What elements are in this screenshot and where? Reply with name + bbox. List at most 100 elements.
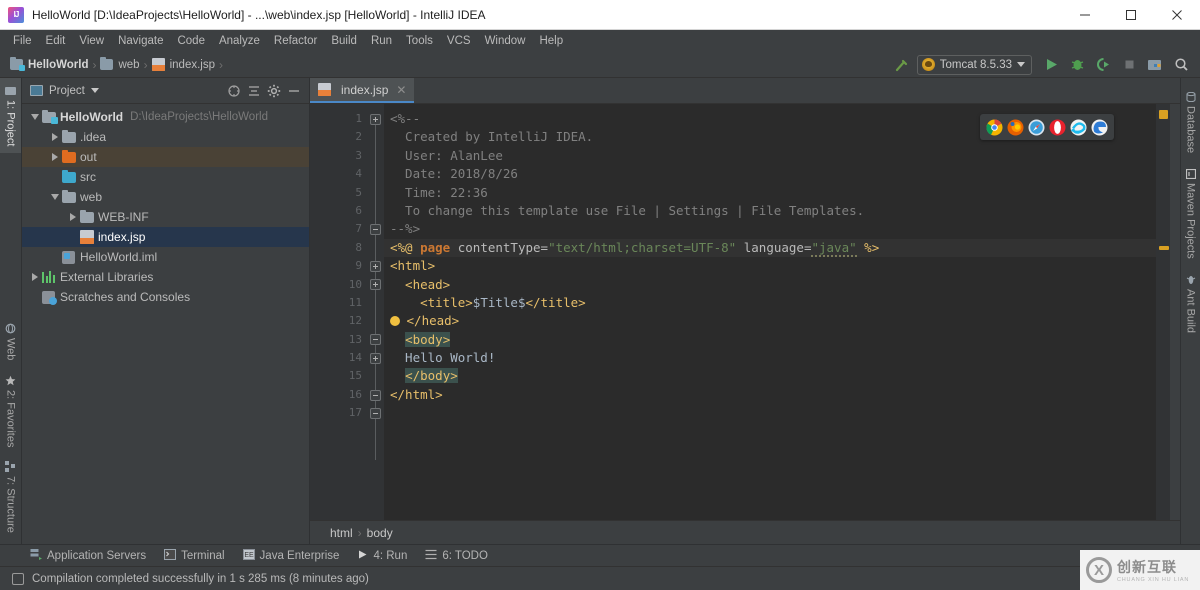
bottom-tab-label: Java Enterprise (259, 549, 340, 562)
editor-scrollbar[interactable] (1170, 104, 1180, 520)
tree-node-web[interactable]: web (22, 187, 309, 207)
run-icon[interactable] (1040, 54, 1062, 76)
menu-view[interactable]: View (72, 33, 111, 49)
menu-code[interactable]: Code (170, 33, 212, 49)
run-coverage-icon[interactable] (1092, 54, 1114, 76)
sidebar-item-label: 7: Structure (4, 476, 17, 533)
maximize-button[interactable] (1108, 0, 1154, 30)
hide-icon[interactable] (284, 81, 304, 101)
edge-icon[interactable] (1091, 119, 1108, 136)
breadcrumb-html[interactable]: html (330, 526, 353, 540)
menu-tools[interactable]: Tools (399, 33, 440, 49)
chevron-right-icon[interactable] (48, 133, 62, 141)
tab-index-jsp[interactable]: index.jsp ✕ (310, 78, 415, 103)
bottom-tab-todo[interactable]: 6: TODO (425, 549, 488, 563)
breadcrumb-separator: › (92, 57, 97, 72)
bottom-tab-application-servers[interactable]: Application Servers (30, 548, 146, 563)
expand-collapse-icon[interactable] (244, 81, 264, 101)
tree-node-label: External Libraries (60, 270, 154, 284)
menu-analyze[interactable]: Analyze (212, 33, 267, 49)
breadcrumb-helloworld[interactable]: HelloWorld (10, 57, 88, 71)
tree-node-label: .idea (80, 130, 107, 144)
tree-node-helloworld-iml[interactable]: HelloWorld.iml (22, 247, 309, 267)
breadcrumb-web[interactable]: web (100, 57, 140, 71)
chevron-right-icon[interactable] (48, 153, 62, 161)
main-body: 1: Project Web 2: Favorites 7: Structure… (0, 78, 1200, 544)
code-editor[interactable]: 1 2 3 4 5 6 7 8 9 10 11 12 13 14 15 16 1 (310, 104, 1180, 520)
bottom-tab-terminal[interactable]: Terminal (164, 548, 225, 563)
tree-node-out[interactable]: out (22, 147, 309, 167)
code-line-5: Time: 22:36 (390, 184, 488, 200)
bottom-tab-run[interactable]: 4: Run (357, 549, 407, 563)
bottom-tab-java-enterprise[interactable]: EE Java Enterprise (242, 548, 340, 563)
code-content[interactable]: <%-- Created by IntelliJ IDEA. User: Ala… (384, 104, 1156, 520)
menu-build[interactable]: Build (324, 33, 364, 49)
tree-node-scratches[interactable]: Scratches and Consoles (22, 287, 309, 307)
fold-toggle[interactable] (370, 279, 381, 290)
tree-node-path: D:\IdeaProjects\HelloWorld (130, 111, 268, 123)
project-structure-icon[interactable] (1144, 54, 1166, 76)
fold-toggle[interactable] (370, 408, 381, 419)
menu-refactor[interactable]: Refactor (267, 33, 324, 49)
warning-marker[interactable] (1159, 246, 1169, 250)
error-stripe-marks[interactable] (1156, 104, 1170, 520)
sidebar-item-database[interactable]: Database (1182, 84, 1200, 161)
tree-node-idea[interactable]: .idea (22, 127, 309, 147)
internet-explorer-icon[interactable] (1070, 119, 1087, 136)
sidebar-item-project[interactable]: 1: Project (0, 78, 21, 154)
tree-node-external-libraries[interactable]: External Libraries (22, 267, 309, 287)
tree-node-helloworld[interactable]: HelloWorld D:\IdeaProjects\HelloWorld (22, 107, 309, 127)
sidebar-item-structure[interactable]: 7: Structure (0, 454, 21, 540)
sidebar-item-maven-projects[interactable]: Maven Projects (1182, 161, 1200, 267)
chrome-icon[interactable] (986, 119, 1003, 136)
safari-icon[interactable] (1028, 119, 1045, 136)
sidebar-item-web[interactable]: Web (0, 316, 21, 367)
fold-toggle[interactable] (370, 353, 381, 364)
run-configuration-selector[interactable]: Tomcat 8.5.33 (916, 54, 1032, 75)
menu-window[interactable]: Window (478, 33, 533, 49)
chevron-down-icon[interactable] (90, 88, 99, 93)
build-hammer-icon[interactable] (891, 54, 913, 76)
opera-icon[interactable] (1049, 119, 1066, 136)
firefox-icon[interactable] (1007, 119, 1024, 136)
line-number: 7 (355, 222, 362, 236)
collapse-target-icon[interactable] (224, 81, 244, 101)
chevron-down-icon[interactable] (28, 114, 42, 120)
close-button[interactable] (1154, 0, 1200, 30)
menu-file[interactable]: File (6, 33, 39, 49)
menu-help[interactable]: Help (532, 33, 570, 49)
fold-toggle[interactable] (370, 114, 381, 125)
stop-icon[interactable] (1118, 54, 1140, 76)
close-icon[interactable]: ✕ (396, 83, 406, 97)
fold-toggle[interactable] (370, 390, 381, 401)
chevron-down-icon[interactable] (48, 194, 62, 200)
tree-node-indexjsp[interactable]: index.jsp (22, 227, 309, 247)
search-icon[interactable] (1170, 54, 1192, 76)
status-message[interactable]: Compilation completed successfully in 1 … (32, 573, 369, 585)
line-number: 14 (348, 351, 362, 365)
sidebar-item-favorites[interactable]: 2: Favorites (0, 368, 21, 454)
warning-marker[interactable] (1159, 110, 1168, 119)
chevron-right-icon[interactable] (28, 273, 42, 281)
folder-orange-icon (62, 149, 80, 163)
fold-toggle[interactable] (370, 261, 381, 272)
event-log-icon[interactable] (12, 572, 24, 585)
tree-node-src[interactable]: src (22, 167, 309, 187)
chevron-right-icon[interactable] (66, 213, 80, 221)
line-number-gutter: 1 2 3 4 5 6 7 8 9 10 11 12 13 14 15 16 1 (310, 104, 368, 520)
fold-toggle[interactable] (370, 224, 381, 235)
fold-toggle[interactable] (370, 334, 381, 345)
breadcrumb-body[interactable]: body (367, 526, 393, 540)
tree-node-webinf[interactable]: WEB-INF (22, 207, 309, 227)
watermark-chinese-text: 创新互联 (1117, 559, 1177, 575)
menu-run[interactable]: Run (364, 33, 399, 49)
breadcrumb-indexjsp[interactable]: index.jsp (151, 58, 215, 71)
menu-edit[interactable]: Edit (39, 33, 73, 49)
menu-navigate[interactable]: Navigate (111, 33, 170, 49)
sidebar-item-ant-build[interactable]: Ant Build (1182, 267, 1200, 341)
debug-icon[interactable] (1066, 54, 1088, 76)
menu-vcs[interactable]: VCS (440, 33, 478, 49)
code-folding-gutter[interactable] (368, 104, 384, 520)
gear-icon[interactable] (264, 81, 284, 101)
minimize-button[interactable] (1062, 0, 1108, 30)
